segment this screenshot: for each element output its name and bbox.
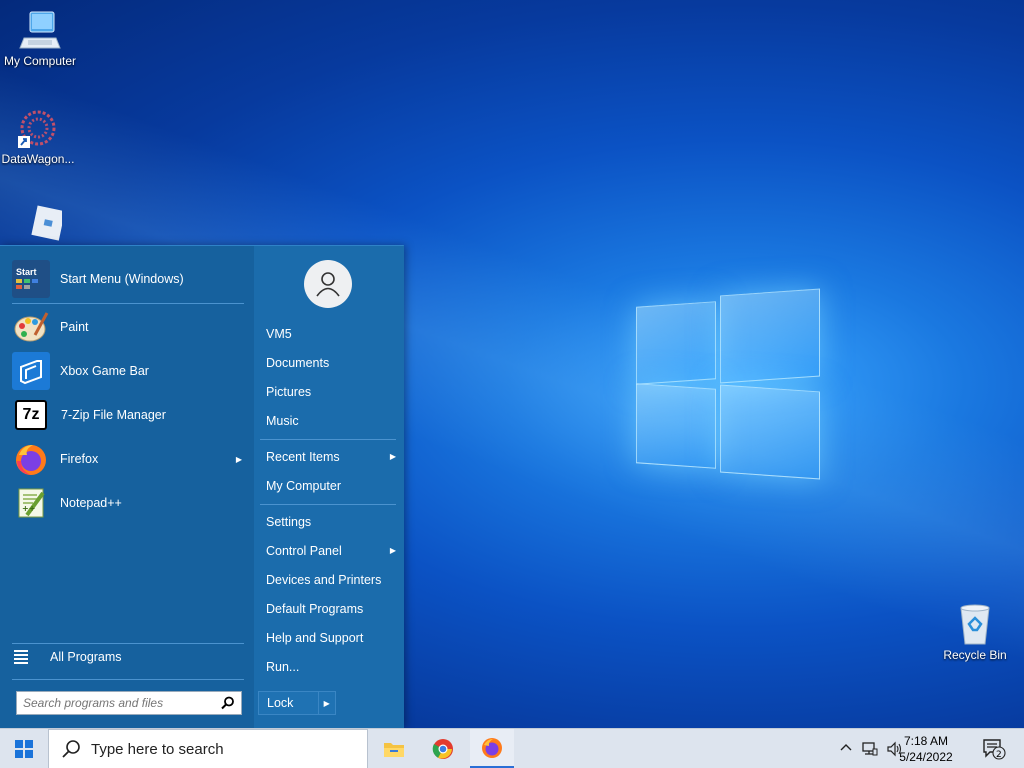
computer-icon [18,8,62,52]
start-menu-right-pane: VM5 Documents Pictures Music Recent Item… [254,246,404,729]
desktop-icon-partial[interactable] [0,204,80,250]
chevron-up-icon[interactable] [840,741,852,755]
desktop-icon-label: Recycle Bin [943,648,1007,662]
program-label: Paint [60,320,89,334]
desktop-icon-recycle-bin[interactable]: Recycle Bin [935,602,1015,662]
7zip-icon: 7z [15,400,47,430]
start-menu-left-pane: Start Start Menu (Windows) Paint Xbox Ga… [0,246,254,729]
user-avatar[interactable] [304,260,352,308]
taskbar-search-text: Type here to search [91,740,224,758]
desktop-icon-label: My Computer [3,54,77,68]
menu-item-label: Music [266,414,299,428]
taskbar-app-firefox[interactable] [470,729,514,768]
menu-item-label: Control Panel [266,544,342,558]
program-label: Start Menu (Windows) [60,272,184,286]
roblox-icon [18,204,66,248]
menu-item-recent-items[interactable]: Recent Items ▶ [266,450,396,464]
windows-logo-icon [15,740,33,758]
start-menu-icon: Start [12,260,50,298]
desktop-icon-datawagon[interactable]: DataWagon... [0,106,78,166]
desktop-icon-label: DataWagon... [1,152,75,166]
datawagon-icon [16,106,60,150]
program-xbox-game-bar[interactable]: Xbox Game Bar [12,350,244,392]
program-label: Notepad++ [60,496,122,510]
notification-count: 2 [996,750,1002,760]
search-icon[interactable] [221,696,235,713]
windows-wallpaper-logo [636,288,822,480]
submenu-arrow-icon: ▶ [235,454,242,464]
menu-item-label: Default Programs [266,602,364,616]
user-icon [316,272,340,297]
taskbar-search-box[interactable]: Type here to search [48,729,368,768]
menu-item-music[interactable]: Music [266,414,396,428]
program-firefox[interactable]: Firefox ▶ [12,438,244,480]
menu-item-label: Recent Items [266,450,340,464]
program-notepadpp[interactable]: ++ Notepad++ [12,482,244,524]
menu-item-label: Run... [266,660,300,674]
taskbar-app-chrome[interactable] [421,729,465,768]
network-icon[interactable] [862,741,878,760]
menu-item-devices-printers[interactable]: Devices and Printers [266,573,396,587]
start-search-box[interactable] [16,691,242,715]
menu-item-user[interactable]: VM5 [266,327,396,341]
power-options-arrow-icon[interactable]: ▶ [317,692,336,714]
menu-item-label: Help and Support [266,631,364,645]
start-search-input[interactable] [17,696,207,710]
submenu-arrow-icon: ▶ [389,452,396,461]
notification-center-icon[interactable]: 2 [982,738,1006,763]
menu-item-label: My Computer [266,479,342,493]
menu-item-settings[interactable]: Settings [266,515,396,529]
xbox-icon [12,352,50,390]
separator [260,439,396,440]
lock-button[interactable]: Lock ▶ [258,691,336,715]
desktop-icon-my-computer[interactable]: My Computer [0,8,80,68]
separator [260,504,396,505]
lock-label: Lock [267,696,294,710]
menu-item-label: Pictures [266,385,312,399]
start-menu-icon-text: Start [16,267,37,277]
system-clock[interactable]: 7:18 AM 5/24/2022 [886,733,966,765]
menu-item-run[interactable]: Run... [266,660,396,674]
recycle-bin-icon [953,602,997,646]
separator [12,643,244,644]
program-label: 7-Zip File Manager [61,408,166,422]
program-7zip[interactable]: 7z 7-Zip File Manager [12,394,244,436]
menu-item-label: Documents [266,356,330,370]
program-start-menu-windows[interactable]: Start Start Menu (Windows) [12,258,244,300]
start-menu: Start Start Menu (Windows) Paint Xbox Ga… [0,245,404,729]
taskbar: Type here to search 7:18 AM 5/24/2022 2 [0,728,1024,768]
all-programs-label: All Programs [50,650,122,664]
chrome-icon [432,739,453,759]
firefox-icon [482,737,502,758]
svg-text:++: ++ [22,504,35,513]
program-label: Firefox [60,452,99,466]
file-explorer-icon [384,743,404,757]
menu-item-control-panel[interactable]: Control Panel ▶ [266,544,396,558]
menu-item-label: Settings [266,515,312,529]
menu-item-pictures[interactable]: Pictures [266,385,396,399]
program-paint[interactable]: Paint [12,306,244,348]
menu-item-label: Devices and Printers [266,573,382,587]
all-programs-button[interactable]: All Programs [14,648,122,666]
clock-time: 7:18 AM [903,734,949,748]
menu-item-default-programs[interactable]: Default Programs [266,602,396,616]
start-button[interactable] [0,729,48,768]
notepadpp-icon: ++ [12,484,50,522]
separator [12,303,244,304]
list-icon [14,648,28,666]
menu-item-my-computer[interactable]: My Computer [266,479,396,493]
submenu-arrow-icon: ▶ [389,546,396,555]
menu-item-help-support[interactable]: Help and Support [266,631,396,645]
clock-date: 5/24/2022 [899,750,953,764]
taskbar-app-file-explorer[interactable] [372,729,416,768]
7zip-icon-text: 7z [22,406,40,423]
menu-item-documents[interactable]: Documents [266,356,396,370]
search-icon [62,740,80,758]
firefox-icon [12,440,50,478]
paint-icon [12,308,50,346]
separator [12,679,244,680]
menu-item-label: VM5 [266,327,292,341]
program-label: Xbox Game Bar [60,364,149,378]
